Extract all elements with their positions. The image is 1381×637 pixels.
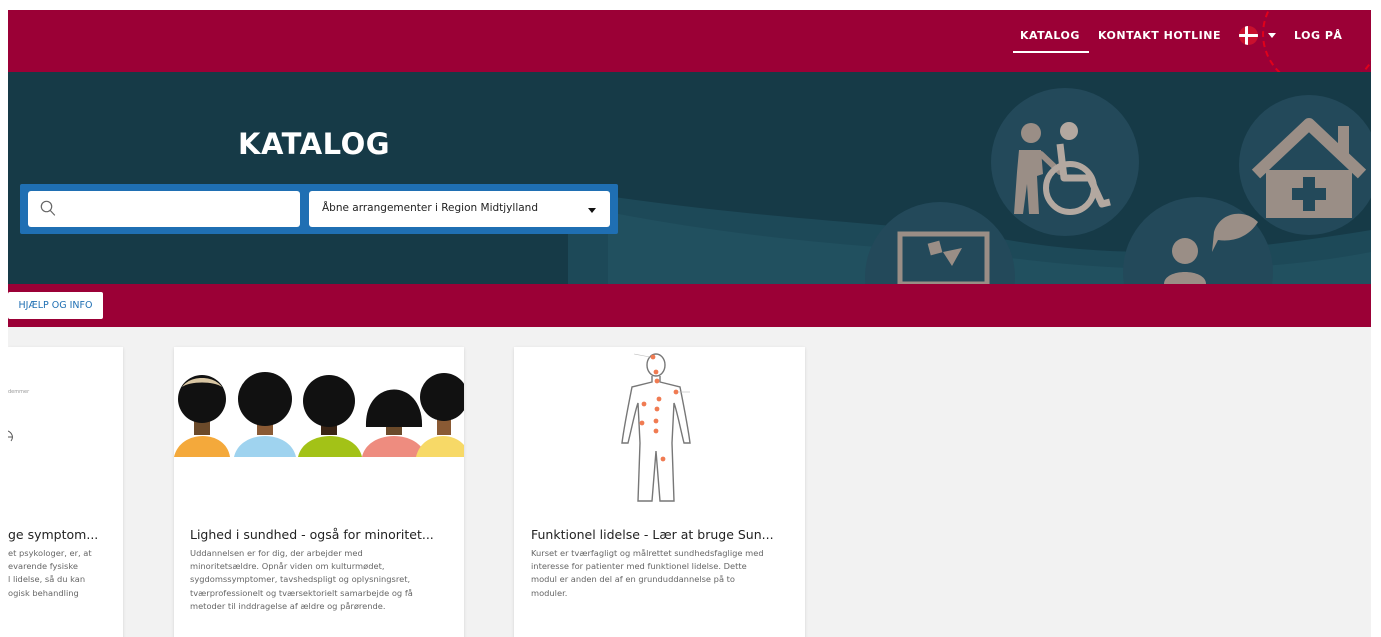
card-image — [8, 430, 13, 442]
card-description-line: Kurset er tværfagligt og målrettet sundh… — [531, 548, 764, 558]
card-image-body-diagram — [621, 353, 691, 502]
card-description-line: evarende fysiske — [8, 561, 78, 572]
page: KATALOG KONTAKT HOTLINE LOG PÅ KATALOG Å… — [8, 10, 1371, 637]
card-description-line: interesse for patienter med funktionel l… — [531, 561, 747, 572]
danish-flag-icon[interactable] — [1239, 26, 1258, 45]
help-info-button[interactable]: HJÆLP OG INFO — [8, 292, 103, 319]
nav-katalog-link[interactable]: KATALOG — [1020, 29, 1080, 42]
person-chat-icon — [1123, 197, 1273, 284]
search-icon — [40, 200, 56, 216]
region-filter-select[interactable]: Åbne arrangementer i Region Midtjylland — [309, 191, 610, 227]
card-image-people — [174, 372, 464, 457]
card-description-line: ogisk behandling — [8, 587, 79, 598]
home-health-icon — [1239, 95, 1371, 235]
page-title: KATALOG — [238, 127, 391, 161]
hero-illustrations — [865, 88, 1371, 284]
course-card[interactable]: demmer ge symptom... et psykologer, er, … — [8, 347, 123, 637]
wheelchair-assist-icon — [991, 88, 1139, 236]
card-description-line: sygdomssymptomer, tavshedspligt og oplys… — [190, 574, 411, 585]
nav-hotline-link[interactable]: KONTAKT HOTLINE — [1098, 29, 1221, 42]
card-title[interactable]: Lighed i sundhed - også for minoritet... — [190, 527, 434, 542]
search-input[interactable] — [66, 191, 296, 227]
top-navigation-bar: KATALOG KONTAKT HOTLINE LOG PÅ — [8, 10, 1371, 72]
card-description-line: modul er anden del af en grunduddannelse… — [531, 574, 735, 585]
card-description: et psykologer, er, at evarende fysiske l… — [8, 547, 118, 600]
course-card[interactable]: Lighed i sundhed - også for minoritet...… — [174, 347, 464, 637]
card-description-line: tværprofessionelt og tværsektorielt sama… — [190, 587, 413, 598]
card-title[interactable]: ge symptom... — [8, 527, 98, 542]
card-description-line: minoritetsældre. Opnår viden om kulturmø… — [190, 561, 385, 572]
card-description: Kurset er tværfagligt og målrettet sundh… — [531, 547, 793, 600]
card-description-line: l lidelse, så du kan — [8, 574, 86, 585]
card-description-line: et psykologer, er, at — [8, 548, 92, 558]
hero-banner: KATALOG Åbne arrangementer i Region Midt… — [8, 72, 1371, 284]
screen-icon — [865, 202, 1015, 284]
course-card[interactable]: Funktionel lidelse - Lær at bruge Sun...… — [514, 347, 805, 637]
card-description-line: Uddannelsen er for dig, der arbejder med — [190, 548, 363, 558]
search-bar-container: Åbne arrangementer i Region Midtjylland — [20, 184, 618, 234]
search-field[interactable] — [28, 191, 300, 227]
card-description-line: metoder til inddragelse af ældre og pårø… — [190, 600, 386, 611]
chevron-down-icon — [588, 208, 596, 213]
card-title[interactable]: Funktionel lidelse - Lær at bruge Sun... — [531, 527, 774, 542]
card-description-line: moduler. — [531, 587, 568, 598]
nav-active-indicator — [1013, 51, 1089, 53]
region-filter-value: Åbne arrangementer i Region Midtjylland — [322, 202, 538, 214]
sub-navigation-bar: HJÆLP OG INFO — [8, 284, 1371, 327]
card-description: Uddannelsen er for dig, der arbejder med… — [190, 547, 452, 613]
